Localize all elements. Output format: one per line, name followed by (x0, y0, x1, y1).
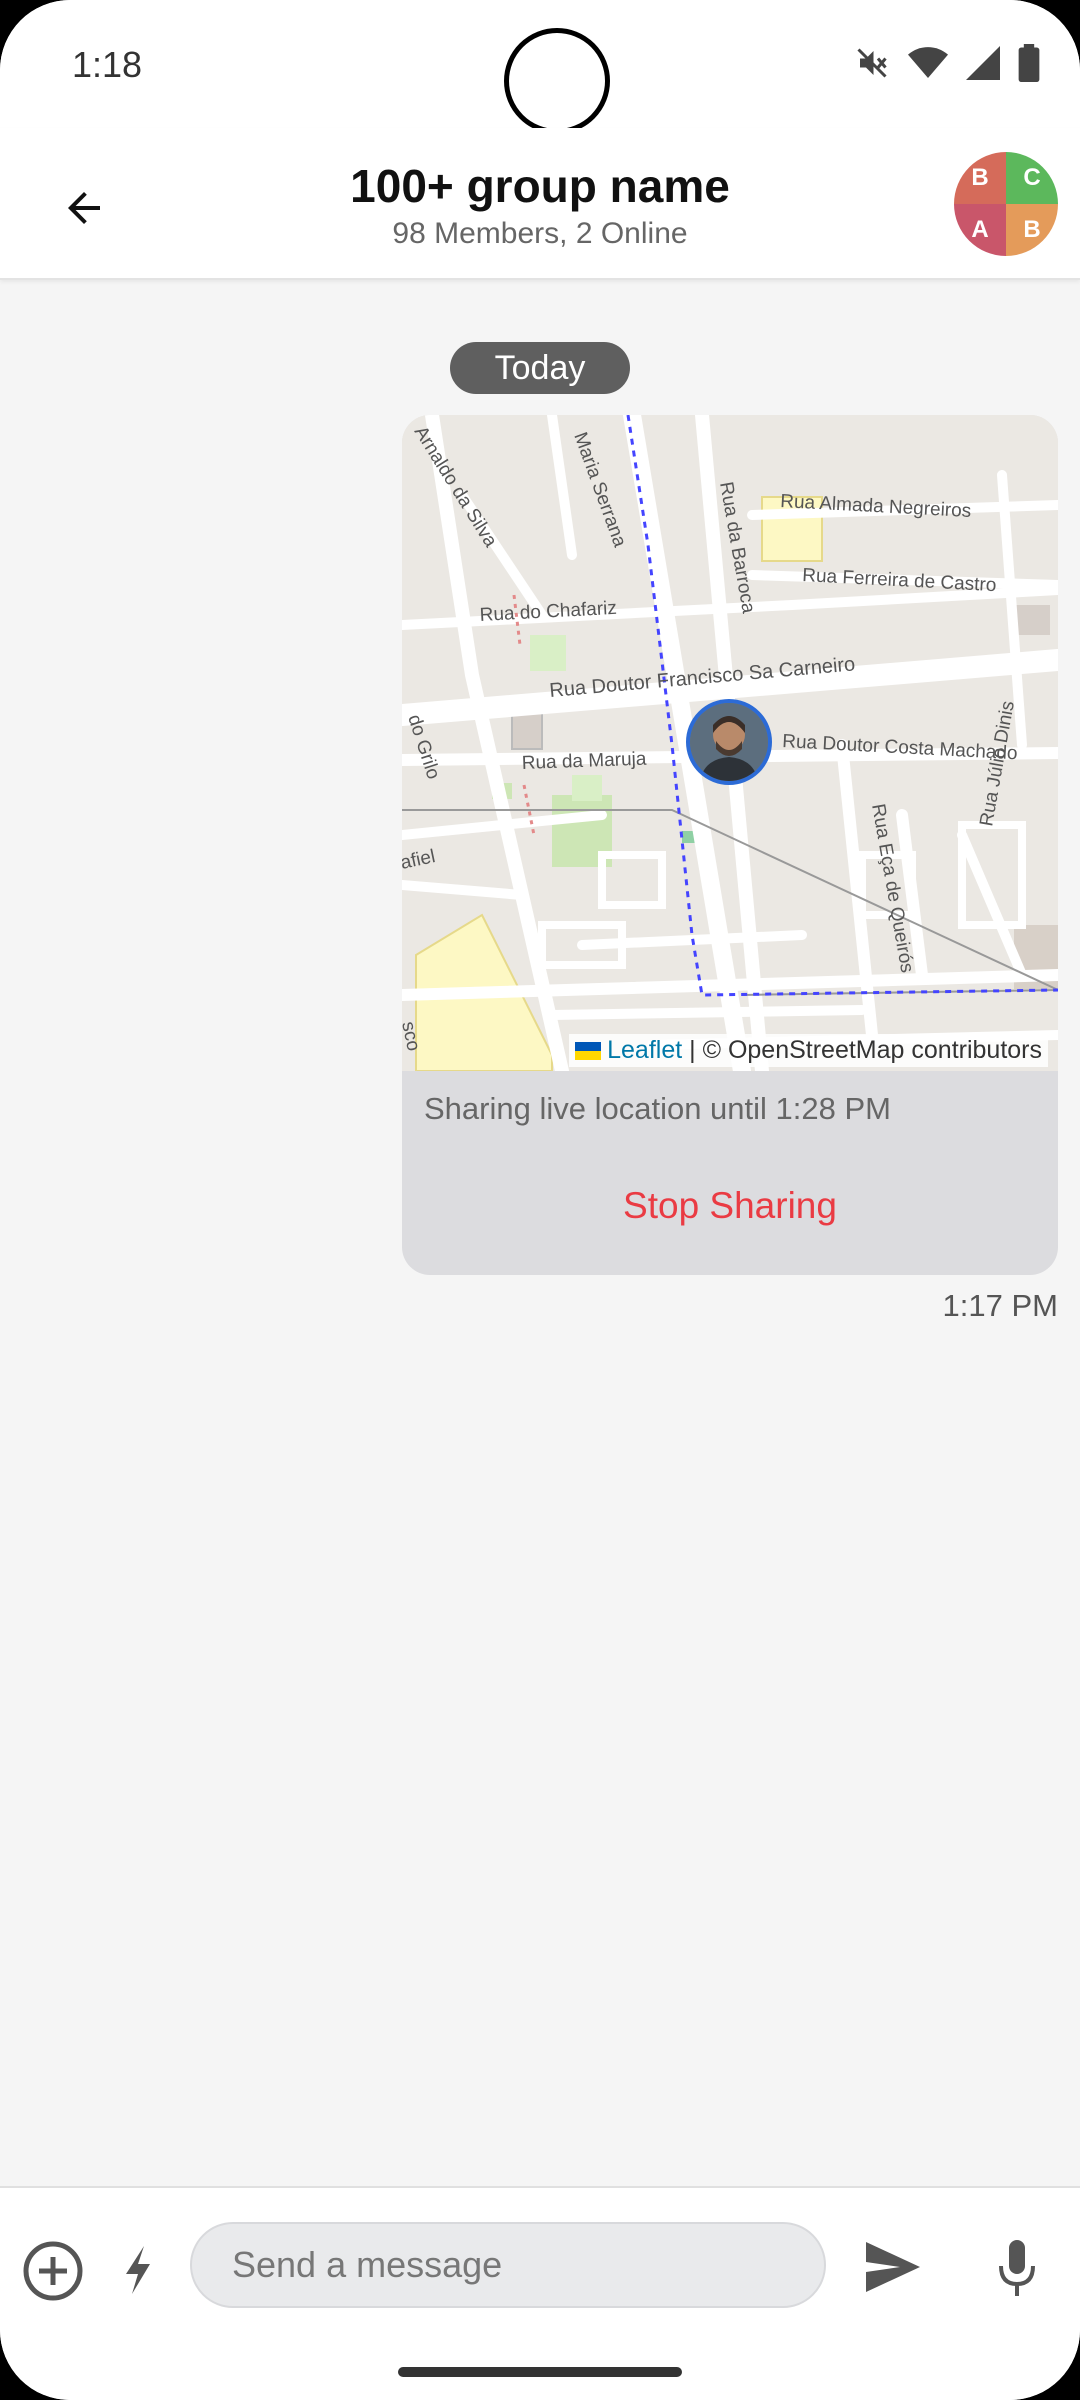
message-input[interactable] (190, 2222, 826, 2308)
home-indicator[interactable] (398, 2367, 682, 2377)
battery-icon (1018, 44, 1040, 82)
osm-attribution-text: | © OpenStreetMap contributors (689, 1036, 1042, 1064)
avatar-letter: A (954, 204, 1006, 256)
user-location-marker[interactable] (686, 699, 772, 785)
group-title: 100+ group name (350, 160, 730, 212)
map-attribution: Leaflet | © OpenStreetMap contributors (569, 1034, 1048, 1067)
header-title-block[interactable]: 100+ group name 98 Members, 2 Online (240, 158, 840, 254)
phone-screen: 1:18 100+ group name 98 Members, 2 Onlin… (0, 0, 1080, 2400)
stop-sharing-button[interactable]: Stop Sharing (402, 1185, 1058, 1227)
quick-commands-button[interactable] (120, 2244, 156, 2296)
chat-header: 100+ group name 98 Members, 2 Online B C… (0, 128, 1080, 280)
ukraine-flag-icon (575, 1042, 602, 1061)
plus-circle-icon (23, 2241, 83, 2301)
map-label: Rua da Maruja (521, 749, 647, 774)
status-time: 1:18 (72, 44, 143, 85)
avatar-letter: B (954, 152, 1006, 204)
back-button[interactable] (52, 176, 116, 240)
wifi-icon (908, 45, 948, 81)
voice-record-button[interactable] (996, 2238, 1038, 2300)
send-icon (866, 2242, 920, 2292)
sharing-status-text: Sharing live location until 1:28 PM (424, 1091, 891, 1126)
group-subtitle: 98 Members, 2 Online (392, 217, 688, 250)
attach-button[interactable] (22, 2240, 84, 2302)
microphone-icon (999, 2240, 1035, 2296)
status-bar: 1:18 (0, 0, 1080, 134)
user-photo (690, 703, 768, 781)
date-separator: Today (450, 342, 630, 394)
status-icons (854, 44, 1040, 82)
group-avatar[interactable]: B C A B (954, 152, 1058, 256)
leaflet-link[interactable]: Leaflet (607, 1036, 682, 1064)
back-arrow-icon (68, 192, 100, 224)
live-location-message[interactable]: Rua Almada Negreiros Rua Ferreira de Cas… (402, 415, 1058, 1275)
send-button[interactable] (862, 2238, 924, 2296)
map-view[interactable]: Rua Almada Negreiros Rua Ferreira de Cas… (402, 415, 1058, 1071)
lightning-icon (126, 2246, 150, 2294)
avatar-letter: B (1006, 204, 1058, 256)
avatar-letter: C (1006, 152, 1058, 204)
mute-icon (854, 45, 890, 81)
message-timestamp: 1:17 PM (942, 1288, 1058, 1323)
signal-icon (966, 46, 1000, 80)
camera-cutout (504, 28, 610, 134)
